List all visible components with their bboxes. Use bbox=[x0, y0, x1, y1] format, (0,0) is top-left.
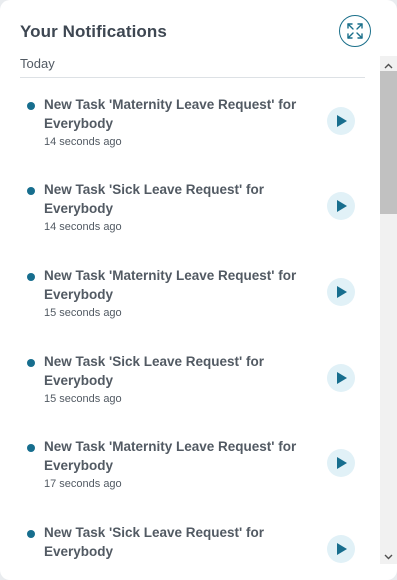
notification-title: New Task 'Sick Leave Request' for Everyb… bbox=[44, 354, 265, 388]
notifications-panel: Your Notifications Today New Task 'Mater… bbox=[0, 0, 397, 580]
unread-dot-icon bbox=[27, 102, 35, 110]
play-icon bbox=[335, 200, 347, 212]
scrollbar[interactable] bbox=[380, 56, 397, 564]
play-icon bbox=[335, 115, 347, 127]
unread-dot-icon bbox=[27, 359, 35, 367]
unread-dot-icon bbox=[27, 530, 35, 538]
scroll-down-button[interactable] bbox=[380, 547, 397, 564]
notification-item[interactable]: New Task 'Maternity Leave Request' for E… bbox=[0, 78, 378, 158]
notification-list: New Task 'Maternity Leave Request' for E… bbox=[0, 78, 378, 580]
unread-dot-icon bbox=[27, 187, 35, 195]
scrollbar-thumb[interactable] bbox=[380, 71, 397, 214]
expand-button[interactable] bbox=[339, 15, 371, 47]
notification-time: 14 seconds ago bbox=[44, 221, 122, 233]
notification-time: 15 seconds ago bbox=[44, 393, 122, 405]
open-task-button[interactable] bbox=[327, 278, 355, 306]
expand-arrows-icon bbox=[346, 22, 364, 40]
section-label-today: Today bbox=[20, 56, 55, 71]
notification-item[interactable]: New Task 'Sick Leave Request' for Everyb… bbox=[0, 335, 378, 415]
notification-title: New Task 'Maternity Leave Request' for E… bbox=[44, 97, 297, 131]
open-task-button[interactable] bbox=[327, 107, 355, 135]
unread-dot-icon bbox=[27, 444, 35, 452]
notification-title: New Task 'Maternity Leave Request' for E… bbox=[44, 268, 297, 302]
open-task-button[interactable] bbox=[327, 449, 355, 477]
notification-time: 14 seconds ago bbox=[44, 136, 122, 148]
notification-time: 17 seconds ago bbox=[44, 478, 122, 490]
chevron-down-icon bbox=[384, 547, 393, 565]
notification-item[interactable]: New Task 'Sick Leave Request' for Everyb… bbox=[0, 163, 378, 243]
play-icon bbox=[335, 286, 347, 298]
notification-time: 15 seconds ago bbox=[44, 307, 122, 319]
open-task-button[interactable] bbox=[327, 535, 355, 563]
play-icon bbox=[335, 457, 347, 469]
notification-title: New Task 'Sick Leave Request' for Everyb… bbox=[44, 525, 265, 559]
notification-item[interactable]: New Task 'Sick Leave Request' for Everyb… bbox=[0, 506, 378, 580]
play-icon bbox=[335, 372, 347, 384]
notification-item[interactable]: New Task 'Maternity Leave Request' for E… bbox=[0, 420, 378, 500]
play-icon bbox=[335, 543, 347, 555]
unread-dot-icon bbox=[27, 273, 35, 281]
open-task-button[interactable] bbox=[327, 192, 355, 220]
notification-item[interactable]: New Task 'Maternity Leave Request' for E… bbox=[0, 249, 378, 329]
open-task-button[interactable] bbox=[327, 364, 355, 392]
notification-title: New Task 'Sick Leave Request' for Everyb… bbox=[44, 182, 265, 216]
panel-title: Your Notifications bbox=[20, 22, 167, 41]
notification-title: New Task 'Maternity Leave Request' for E… bbox=[44, 439, 297, 473]
